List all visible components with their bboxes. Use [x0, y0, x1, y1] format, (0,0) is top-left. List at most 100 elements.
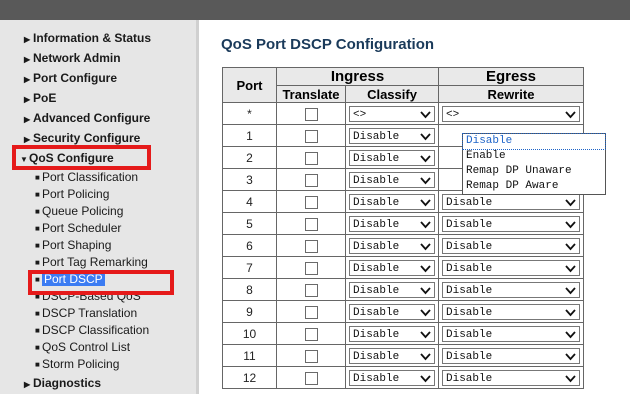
nav-sub-port-scheduler[interactable]: ■ Port Scheduler: [35, 221, 121, 235]
dropdown-option[interactable]: Disable: [462, 133, 606, 150]
nav-sub-qos-control-list[interactable]: ■ QoS Control List: [35, 340, 130, 354]
classify-cell: Disable: [345, 256, 439, 279]
table-row: 11 Disable Disable: [222, 344, 584, 367]
chevron-down-icon: [420, 371, 431, 383]
rewrite-cell: Disable: [438, 344, 584, 367]
chevron-down-icon: [420, 327, 431, 339]
translate-checkbox[interactable]: [304, 195, 318, 209]
nav-diagnostics[interactable]: ▶ Diagnostics: [24, 376, 101, 390]
translate-cell: [276, 344, 346, 367]
translate-checkbox[interactable]: [304, 349, 318, 363]
rewrite-dropdown-list: Disable Enable Remap DP Unaware Remap DP…: [462, 133, 606, 195]
translate-checkbox[interactable]: [304, 327, 318, 341]
translate-cell: [276, 168, 346, 191]
nav-information-status[interactable]: ▶ Information & Status: [24, 31, 151, 45]
bullet-icon: ■: [35, 343, 40, 352]
caret-right-icon: ▶: [24, 35, 31, 44]
classify-select[interactable]: Disable: [349, 237, 435, 254]
bullet-icon: ■: [35, 207, 40, 216]
classify-select[interactable]: Disable: [349, 215, 435, 232]
classify-cell: Disable: [345, 322, 439, 345]
port-cell: 11: [222, 344, 277, 367]
nav-advanced-configure[interactable]: ▶ Advanced Configure: [24, 111, 150, 125]
classify-select[interactable]: Disable: [349, 171, 435, 188]
dropdown-option[interactable]: Remap DP Unaware: [463, 164, 605, 179]
nav-sub-port-tag-remarking[interactable]: ■ Port Tag Remarking: [35, 255, 148, 269]
translate-checkbox[interactable]: [304, 261, 318, 275]
translate-checkbox[interactable]: [304, 151, 318, 165]
classify-cell: Disable: [345, 278, 439, 301]
chevron-down-icon: [565, 195, 576, 207]
header-rewrite: Rewrite: [438, 85, 584, 103]
classify-select[interactable]: Disable: [349, 303, 435, 320]
bullet-icon: ■: [35, 258, 40, 267]
chevron-down-icon: [420, 195, 431, 207]
translate-checkbox[interactable]: [304, 283, 318, 297]
rewrite-select[interactable]: Disable: [442, 193, 580, 210]
classify-select[interactable]: <>: [349, 105, 435, 122]
translate-checkbox[interactable]: [304, 305, 318, 319]
translate-checkbox[interactable]: [304, 173, 318, 187]
rewrite-select[interactable]: <>: [442, 105, 580, 122]
translate-cell: [276, 322, 346, 345]
table-row: 8 Disable Disable: [222, 278, 584, 301]
chevron-down-icon: [565, 349, 576, 361]
rewrite-cell: Disable: [438, 278, 584, 301]
nav-sub-dscp-translation[interactable]: ■ DSCP Translation: [35, 306, 137, 320]
chevron-down-icon: [565, 305, 576, 317]
rewrite-select[interactable]: Disable: [442, 215, 580, 232]
nav-port-configure[interactable]: ▶ Port Configure: [24, 71, 117, 85]
translate-cell: [276, 256, 346, 279]
bullet-icon: ■: [35, 326, 40, 335]
dropdown-option[interactable]: Remap DP Aware: [463, 179, 605, 194]
nav-sub-port-policing[interactable]: ■ Port Policing: [35, 187, 109, 201]
rewrite-select[interactable]: Disable: [442, 303, 580, 320]
header-egress: Egress: [438, 67, 584, 86]
page-title: QoS Port DSCP Configuration: [221, 36, 435, 53]
port-cell: 12: [222, 366, 277, 389]
translate-checkbox[interactable]: [304, 239, 318, 253]
nav-poe[interactable]: ▶ PoE: [24, 91, 56, 105]
classify-select[interactable]: Disable: [349, 369, 435, 386]
caret-right-icon: ▶: [24, 115, 31, 124]
table-row: 7 Disable Disable: [222, 256, 584, 279]
translate-checkbox[interactable]: [304, 217, 318, 231]
chevron-down-icon: [420, 173, 431, 185]
port-cell: 2: [222, 146, 277, 169]
port-cell: 5: [222, 212, 277, 235]
rewrite-select[interactable]: Disable: [442, 369, 580, 386]
nav-security-configure[interactable]: ▶ Security Configure: [24, 131, 140, 145]
nav-sub-queue-policing[interactable]: ■ Queue Policing: [35, 204, 123, 218]
classify-cell: Disable: [345, 146, 439, 169]
classify-select[interactable]: Disable: [349, 127, 435, 144]
rewrite-select[interactable]: Disable: [442, 347, 580, 364]
classify-select[interactable]: Disable: [349, 347, 435, 364]
classify-select[interactable]: Disable: [349, 259, 435, 276]
translate-cell: [276, 146, 346, 169]
nav-sub-port-shaping[interactable]: ■ Port Shaping: [35, 238, 111, 252]
translate-checkbox[interactable]: [304, 129, 318, 143]
dropdown-option[interactable]: Enable: [463, 149, 605, 164]
classify-select[interactable]: Disable: [349, 149, 435, 166]
caret-right-icon: ▶: [24, 75, 31, 84]
nav-sub-storm-policing[interactable]: ■ Storm Policing: [35, 357, 119, 371]
classify-select[interactable]: Disable: [349, 193, 435, 210]
translate-checkbox[interactable]: [304, 371, 318, 385]
classify-select[interactable]: Disable: [349, 281, 435, 298]
chevron-down-icon: [420, 151, 431, 163]
caret-right-icon: ▶: [24, 55, 31, 64]
nav-network-admin[interactable]: ▶ Network Admin: [24, 51, 121, 65]
caret-right-icon: ▶: [24, 135, 31, 144]
classify-select[interactable]: Disable: [349, 325, 435, 342]
translate-checkbox[interactable]: [304, 107, 318, 121]
rewrite-select[interactable]: Disable: [442, 237, 580, 254]
rewrite-select[interactable]: Disable: [442, 281, 580, 298]
caret-right-icon: ▶: [24, 380, 31, 389]
rewrite-select[interactable]: Disable: [442, 325, 580, 342]
nav-sub-dscp-classification[interactable]: ■ DSCP Classification: [35, 323, 149, 337]
rewrite-select[interactable]: Disable: [442, 259, 580, 276]
translate-cell: [276, 212, 346, 235]
nav-sub-port-classification[interactable]: ■ Port Classification: [35, 170, 138, 184]
classify-cell: Disable: [345, 234, 439, 257]
port-cell: 9: [222, 300, 277, 323]
